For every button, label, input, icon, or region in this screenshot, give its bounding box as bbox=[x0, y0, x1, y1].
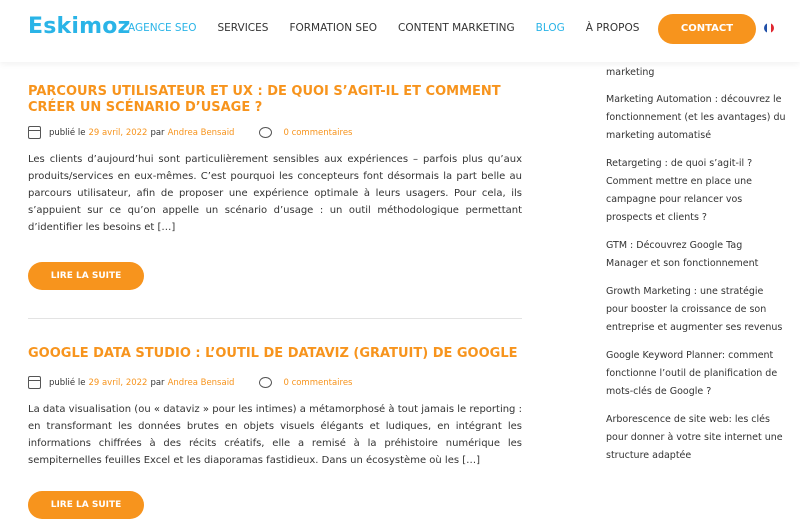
by-label: par bbox=[150, 127, 165, 138]
article-excerpt: La data visualisation (ou « dataviz » po… bbox=[28, 404, 522, 466]
nav-blog[interactable]: BLOG bbox=[536, 22, 565, 34]
main-nav: AGENCE SEO SERVICES FORMATION SEO CONTEN… bbox=[128, 22, 660, 34]
article-date: 29 avril, 2022 bbox=[88, 127, 148, 138]
article-excerpt: Les clients d’aujourd’hui sont particuli… bbox=[28, 154, 522, 233]
comment-icon bbox=[259, 127, 273, 138]
sidebar-post-link[interactable]: Google Keyword Planner: comment fonction… bbox=[606, 347, 786, 401]
article-date: 29 avril, 2022 bbox=[88, 377, 148, 388]
article-title[interactable]: PARCOURS UTILISATEUR ET UX : DE QUOI S’A… bbox=[28, 84, 522, 116]
by-label: par bbox=[150, 377, 165, 388]
comments-count[interactable]: 0 commentaires bbox=[283, 128, 352, 138]
published-label: publié le bbox=[49, 127, 86, 138]
france-flag-icon[interactable] bbox=[764, 23, 774, 33]
comment-icon bbox=[259, 377, 273, 388]
sidebar-recent-posts: marketing Marketing Automation : découvr… bbox=[606, 64, 786, 475]
article-author[interactable]: Andrea Bensaid bbox=[168, 128, 235, 138]
sidebar-post-link[interactable]: Growth Marketing : une stratégie pour bo… bbox=[606, 283, 786, 337]
nav-formation-seo[interactable]: FORMATION SEO bbox=[289, 22, 377, 34]
logo[interactable]: Eskimoz bbox=[28, 14, 131, 39]
nav-services[interactable]: SERVICES bbox=[218, 22, 269, 34]
calendar-icon bbox=[28, 376, 41, 389]
article-meta: publié le 29 avril, 2022 par Andrea Bens… bbox=[28, 376, 522, 389]
article-card: GOOGLE DATA STUDIO : L’OUTIL DE DATAVIZ … bbox=[28, 346, 522, 519]
sidebar-post-link[interactable]: Marketing Automation : découvrez le fonc… bbox=[606, 91, 786, 145]
nav-content-marketing[interactable]: CONTENT MARKETING bbox=[398, 22, 515, 34]
read-more-button[interactable]: LIRE LA SUITE bbox=[28, 491, 144, 519]
article-meta: publié le 29 avril, 2022 par Andrea Bens… bbox=[28, 126, 522, 139]
sidebar-post-link[interactable]: Arborescence de site web: les clés pour … bbox=[606, 411, 786, 465]
nav-agence-seo[interactable]: AGENCE SEO bbox=[128, 22, 197, 34]
sidebar-post-link[interactable]: GTM : Découvrez Google Tag Manager et so… bbox=[606, 237, 786, 273]
nav-a-propos[interactable]: À PROPOS bbox=[586, 22, 640, 34]
article-divider bbox=[28, 318, 522, 319]
article-card: PARCOURS UTILISATEUR ET UX : DE QUOI S’A… bbox=[28, 84, 522, 290]
sidebar-post-link[interactable]: marketing bbox=[606, 64, 786, 82]
comments-count[interactable]: 0 commentaires bbox=[283, 378, 352, 388]
read-more-button[interactable]: LIRE LA SUITE bbox=[28, 262, 144, 290]
contact-button[interactable]: CONTACT bbox=[658, 14, 756, 44]
published-label: publié le bbox=[49, 377, 86, 388]
sidebar-post-link[interactable]: Retargeting : de quoi s’agit-il ? Commen… bbox=[606, 155, 786, 227]
site-header: Eskimoz AGENCE SEO SERVICES FORMATION SE… bbox=[0, 0, 800, 62]
article-title[interactable]: GOOGLE DATA STUDIO : L’OUTIL DE DATAVIZ … bbox=[28, 346, 522, 362]
calendar-icon bbox=[28, 126, 41, 139]
article-author[interactable]: Andrea Bensaid bbox=[168, 378, 235, 388]
